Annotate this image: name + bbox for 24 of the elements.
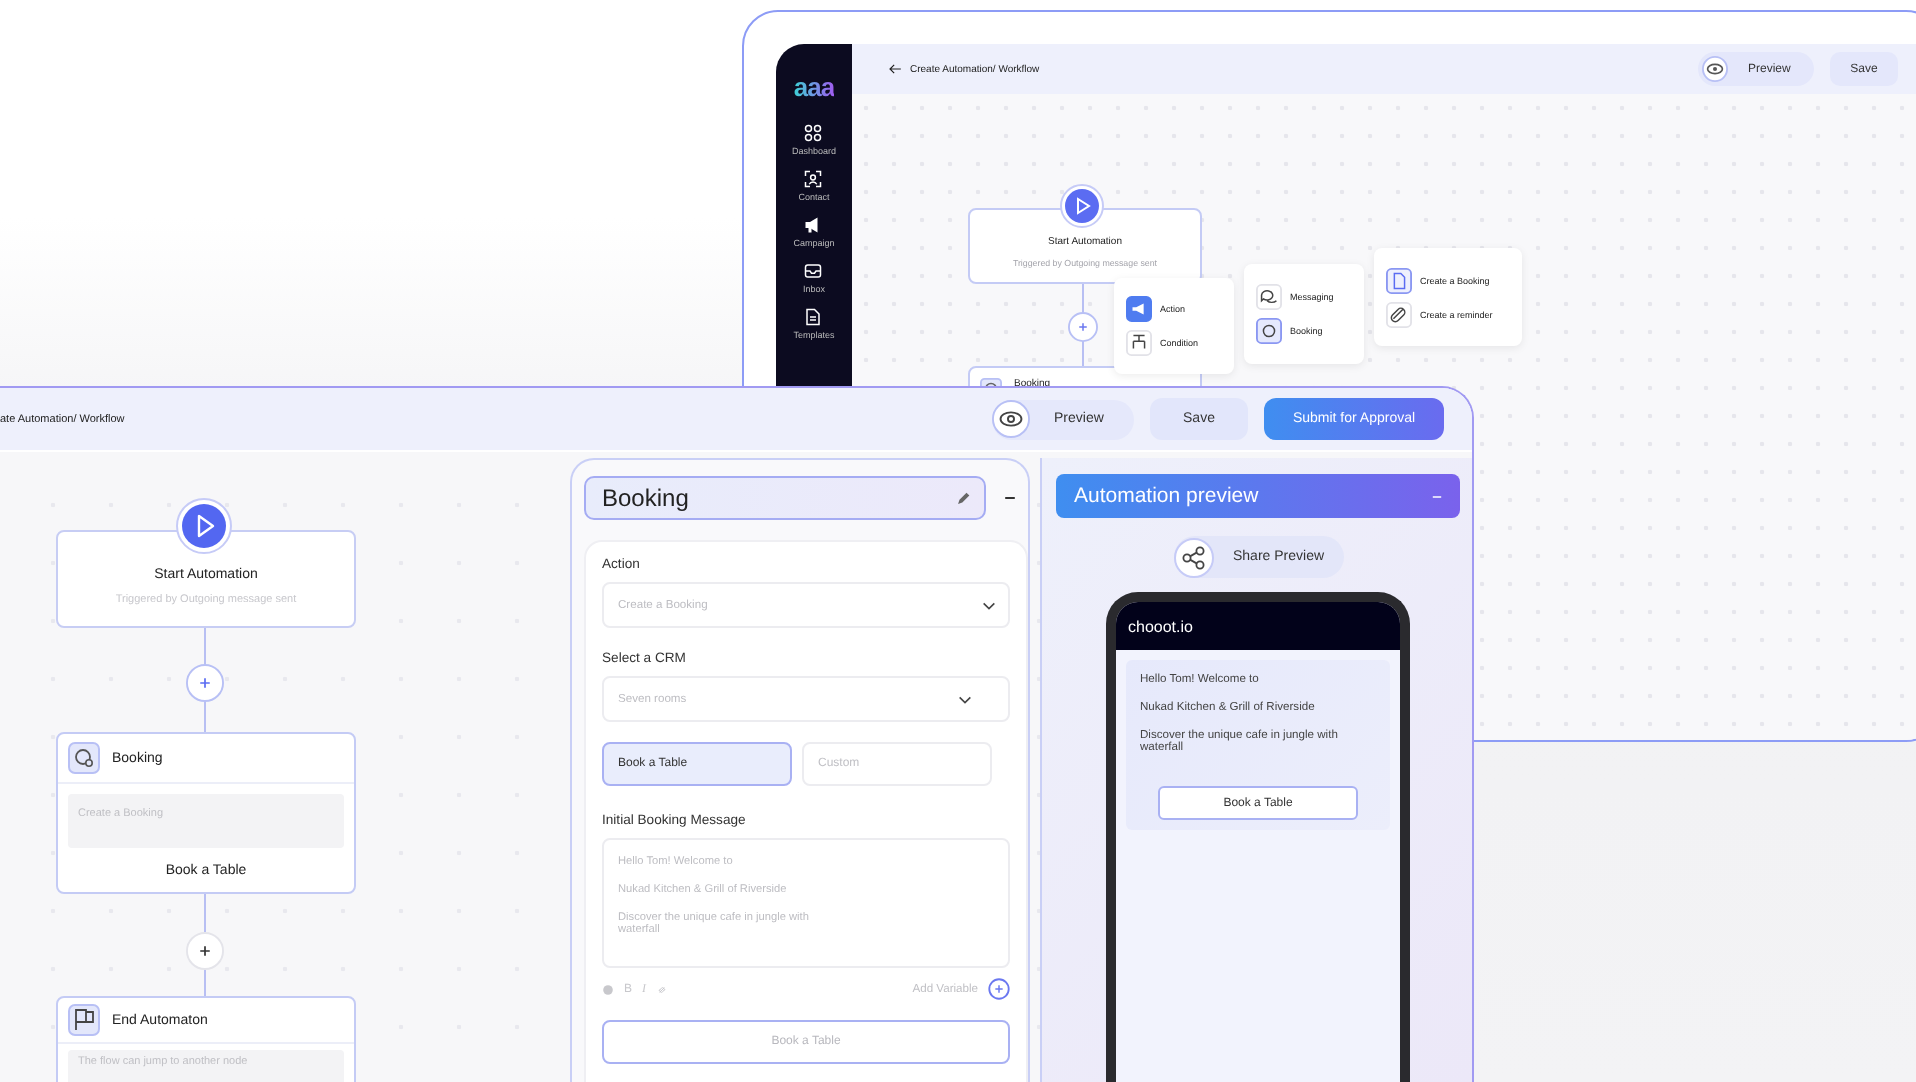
add-step-icon[interactable]: [186, 664, 224, 702]
sidebar-icon: [804, 216, 823, 234]
sidebar-icon: [804, 308, 823, 326]
back-arrow-icon: [888, 64, 902, 74]
sidebar-icon: [804, 170, 823, 188]
flag-icon: [68, 1004, 100, 1036]
play-icon: [176, 498, 232, 554]
add-step-icon[interactable]: [186, 932, 224, 970]
add-icon[interactable]: [988, 978, 1010, 1000]
chevron-icon: [958, 695, 972, 703]
pencil-icon: [956, 491, 970, 505]
eye-icon: [1702, 56, 1728, 82]
play-icon: [1060, 184, 1104, 228]
eye-icon: [992, 400, 1030, 438]
add-step-icon[interactable]: [1068, 312, 1098, 342]
brand-logo: chooot.io: [1128, 617, 1193, 635]
chevron-icon: [982, 601, 996, 609]
sidebar-icon: [804, 124, 823, 142]
sidebar-icon: [804, 262, 823, 280]
booking-icon: [68, 742, 100, 774]
panel-title: Automation preview: [1074, 484, 1259, 508]
share-icon: [1173, 537, 1213, 577]
title-field[interactable]: Booking: [584, 476, 986, 520]
emoji-icon[interactable]: [602, 983, 614, 995]
